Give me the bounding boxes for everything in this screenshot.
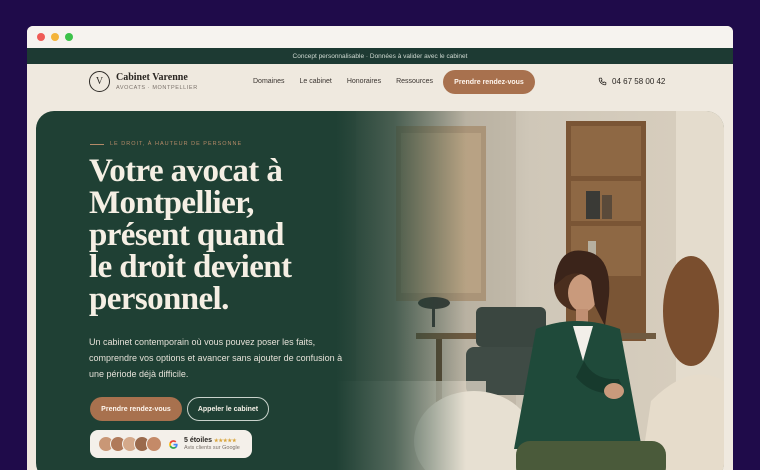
reviews-subtitle: Avis clients sur Google	[184, 445, 240, 451]
reviewer-avatars	[98, 436, 162, 452]
brand-logo[interactable]: V Cabinet Varenne AVOCATS · MONTPELLIER	[89, 71, 198, 92]
hero-lead: Un cabinet contemporain où vous pouvez p…	[89, 337, 343, 379]
window-chrome	[27, 26, 733, 48]
nav-link-le-cabinet[interactable]: Le cabinet	[300, 78, 332, 85]
headline-line: présent quand	[89, 217, 284, 253]
minimize-window-button[interactable]	[51, 33, 59, 41]
browser-window: Concept personnalisable · Données à vali…	[27, 26, 733, 470]
site-header: V Cabinet Varenne AVOCATS · MONTPELLIER …	[27, 64, 733, 102]
reviews-text: 5 étoiles ★★★★★ Avis clients sur Google	[184, 437, 240, 451]
hero-book-appointment-button[interactable]: Prendre rendez-vous	[90, 397, 182, 421]
nav-link-honoraires[interactable]: Honoraires	[347, 78, 381, 85]
book-appointment-button[interactable]: Prendre rendez-vous	[443, 70, 535, 94]
google-reviews-badge[interactable]: 5 étoiles ★★★★★ Avis clients sur Google	[90, 430, 252, 458]
logo-monogram: V	[89, 71, 110, 92]
headline-line: le droit devient	[89, 249, 292, 285]
nav-link-ressources[interactable]: Ressources	[396, 78, 433, 85]
call-office-button[interactable]: Appeler le cabinet	[187, 397, 269, 421]
phone-number: 04 67 58 00 42	[612, 77, 666, 86]
close-window-button[interactable]	[37, 33, 45, 41]
nav-link-domaines[interactable]: Domaines	[253, 78, 285, 85]
google-icon	[169, 439, 178, 449]
phone-link[interactable]: 04 67 58 00 42	[598, 77, 665, 86]
avatar	[146, 436, 162, 452]
brand-name: Cabinet Varenne	[116, 72, 188, 83]
eyebrow-rule	[90, 143, 104, 145]
announcement-bar: Concept personnalisable · Données à vali…	[27, 48, 733, 64]
maximize-window-button[interactable]	[65, 33, 73, 41]
star-rating-icon: ★★★★★	[214, 438, 237, 444]
reviews-rating: 5 étoiles ★★★★★	[184, 437, 240, 444]
reviews-title: 5 étoiles	[184, 437, 213, 444]
main-nav: Domaines Le cabinet Honoraires Ressource…	[253, 78, 433, 85]
announcement-text: Concept personnalisable · Données à vali…	[292, 52, 468, 60]
hero-section: LE DROIT, À HAUTEUR DE PERSONNE Votre av…	[36, 111, 724, 470]
phone-icon	[598, 77, 607, 86]
eyebrow-text: LE DROIT, À HAUTEUR DE PERSONNE	[110, 141, 243, 147]
hero-eyebrow: LE DROIT, À HAUTEUR DE PERSONNE	[90, 141, 242, 147]
photo-gradient-overlay	[336, 111, 466, 470]
headline-line: Montpellier,	[89, 185, 254, 221]
headline-line: Votre avocat à	[89, 153, 283, 189]
headline-line: personnel.	[89, 281, 229, 317]
hero-headline: Votre avocat à Montpellier, présent quan…	[89, 153, 339, 317]
brand-subtitle: AVOCATS · MONTPELLIER	[116, 85, 198, 91]
